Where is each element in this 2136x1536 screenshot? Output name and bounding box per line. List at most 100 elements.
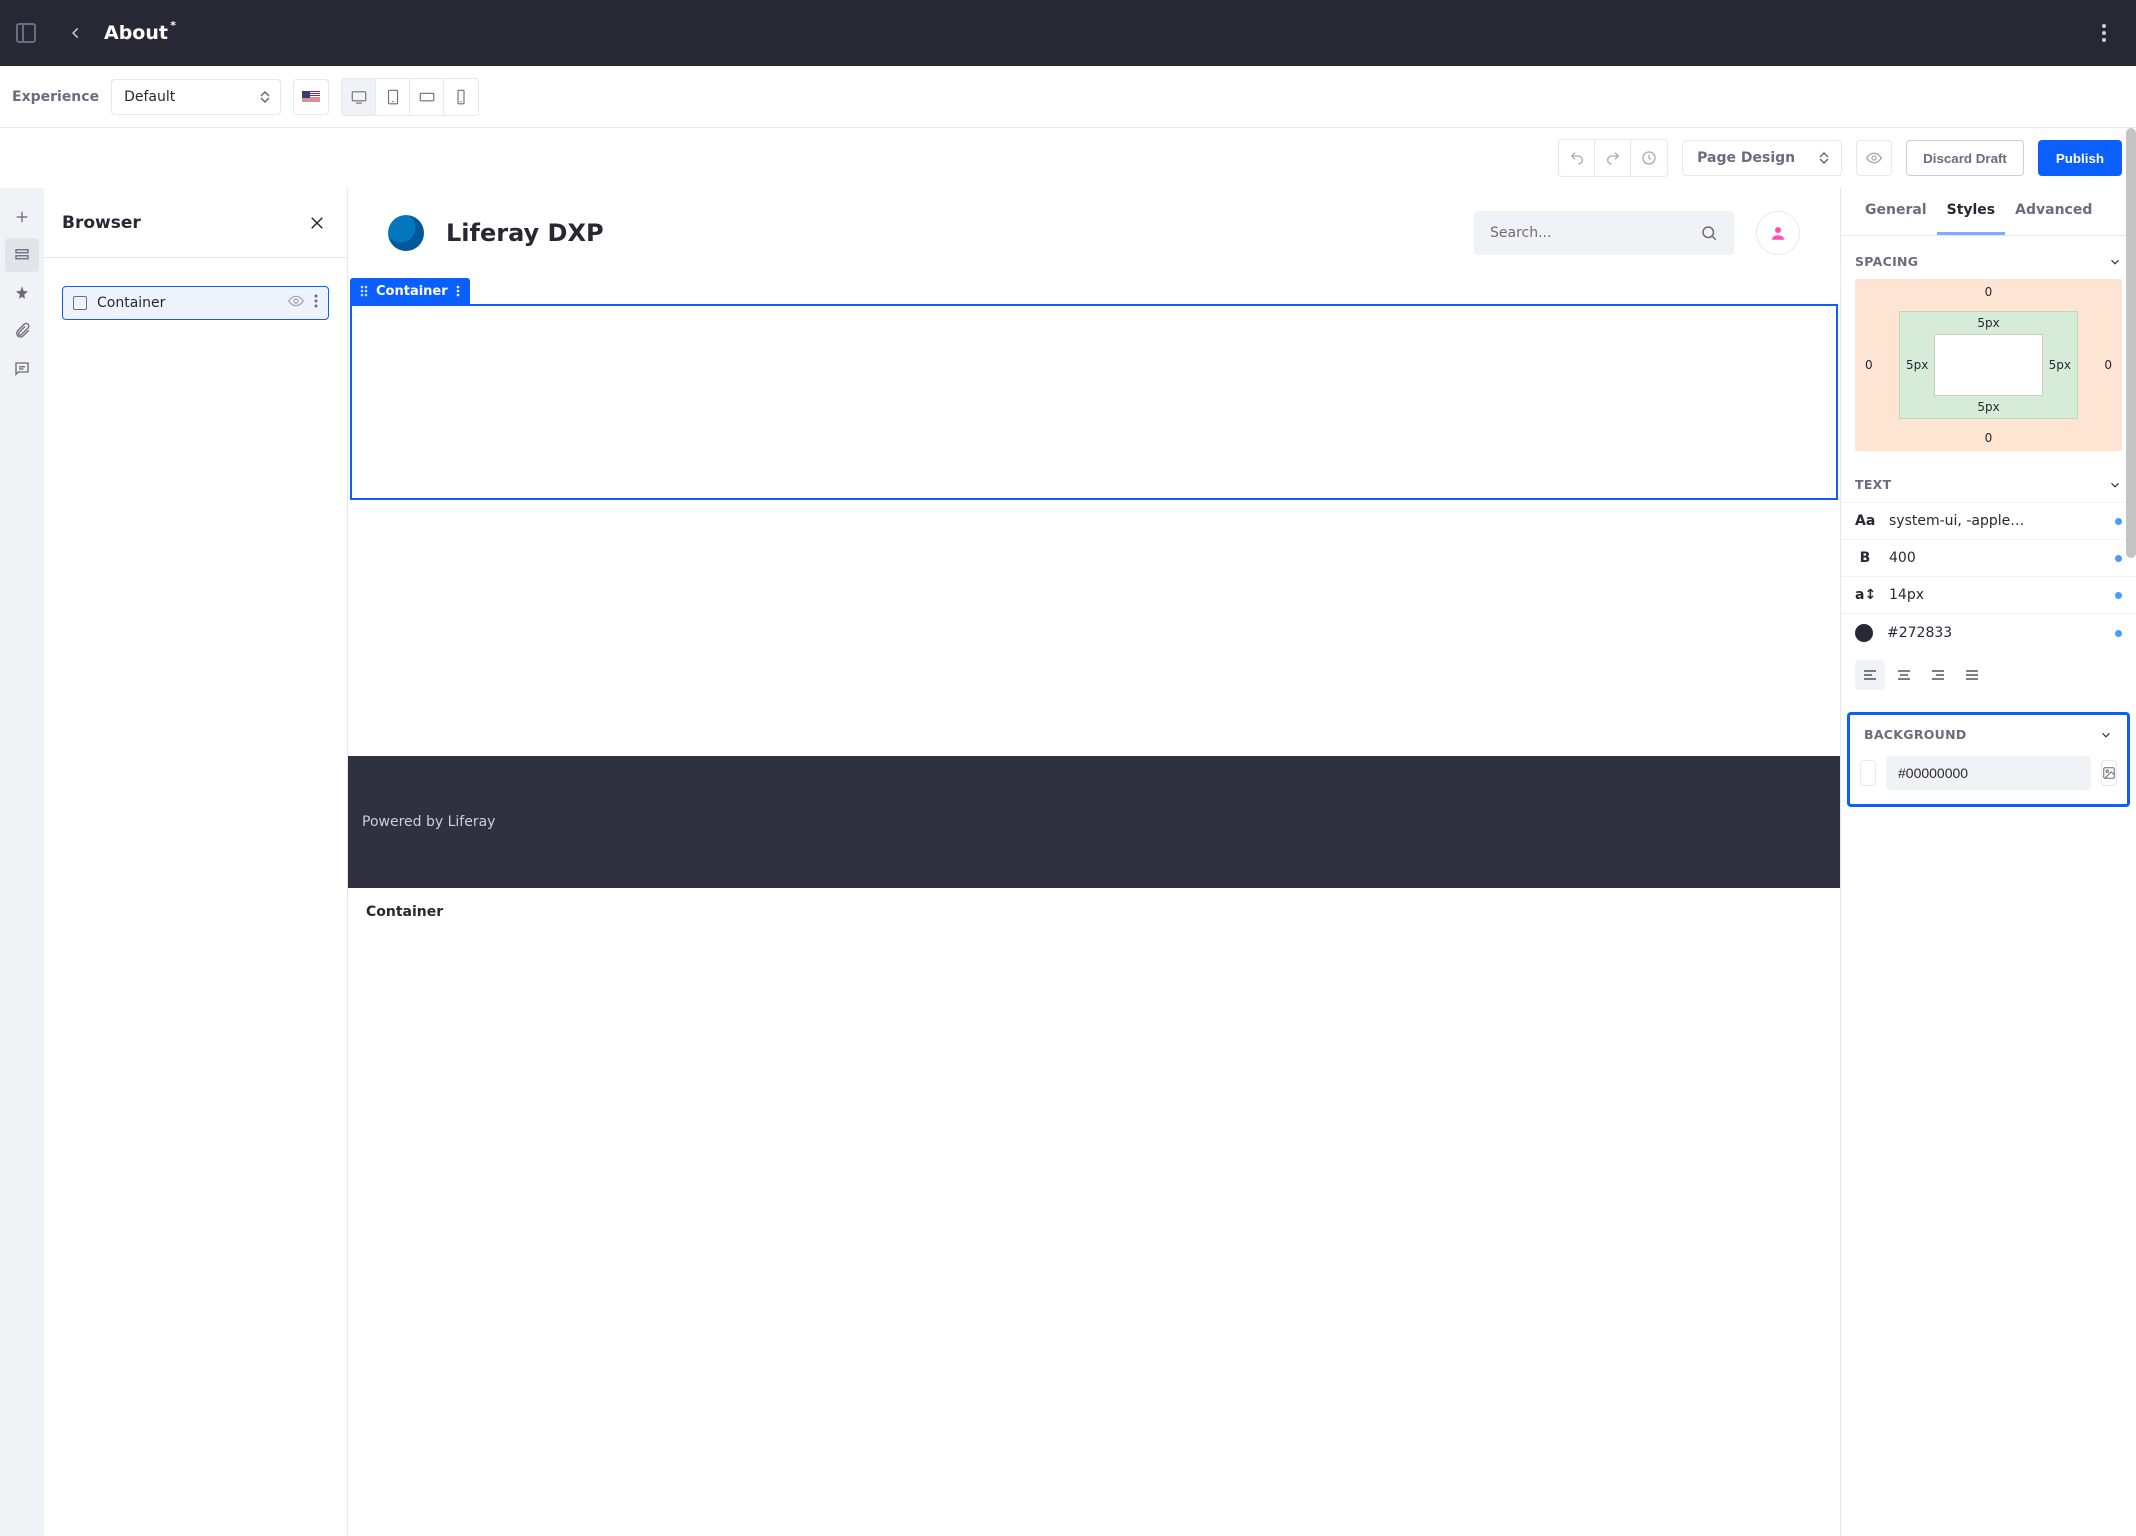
tree-item-container[interactable]: Container — [62, 286, 329, 320]
margin-left-value[interactable]: 0 — [1865, 358, 1873, 372]
visibility-icon[interactable] — [288, 293, 304, 313]
text-align-group — [1841, 652, 2136, 708]
preview-button[interactable] — [1856, 140, 1892, 176]
container-icon — [73, 296, 87, 310]
selection-chip[interactable]: Container — [350, 278, 470, 304]
text-color-row[interactable]: #272833 — [1841, 613, 2136, 652]
padding-top-value[interactable]: 5px — [1977, 316, 1999, 330]
background-swatch-button[interactable] — [1860, 760, 1876, 786]
modified-dot-icon — [2115, 555, 2122, 562]
text-title: TEXT — [1855, 477, 1891, 492]
padding-bottom-value[interactable]: 5px — [1977, 400, 1999, 414]
device-mobile-button[interactable] — [444, 79, 478, 115]
font-size-value: 14px — [1889, 587, 2101, 603]
tree-item-label: Container — [97, 295, 278, 311]
rail-comments-button[interactable] — [5, 352, 39, 386]
align-justify-button[interactable] — [1957, 660, 1987, 690]
align-left-button[interactable] — [1855, 660, 1885, 690]
experience-label: Experience — [12, 89, 99, 105]
spacing-section-header[interactable]: SPACING — [1841, 236, 2136, 279]
background-image-button[interactable] — [2101, 760, 2117, 786]
modified-dot-icon — [2115, 592, 2122, 599]
back-button[interactable] — [60, 17, 92, 49]
browser-title: Browser — [62, 213, 141, 233]
edit-mode-value: Page Design — [1697, 150, 1795, 166]
redo-button[interactable] — [1595, 140, 1631, 176]
tab-advanced[interactable]: Advanced — [2005, 188, 2102, 235]
rail-design-button[interactable] — [5, 276, 39, 310]
selection-chip-label: Container — [376, 284, 448, 299]
language-button[interactable] — [293, 79, 329, 115]
font-size-row[interactable]: a↕ 14px — [1841, 576, 2136, 613]
search-icon — [1700, 224, 1718, 242]
font-size-icon: a↕ — [1855, 587, 1875, 603]
spacing-box-model[interactable]: 0 0 0 0 5px 5px 5px 5px — [1855, 279, 2122, 451]
drag-handle-icon — [360, 285, 368, 297]
inspector-panel: General Styles Advanced SPACING 0 0 0 0 … — [1840, 188, 2136, 1536]
us-flag-icon — [302, 91, 320, 103]
footer-text: Powered by Liferay — [362, 814, 495, 830]
user-avatar-button[interactable] — [1756, 211, 1800, 255]
canvas-area: Liferay DXP Search... Container Powered … — [348, 188, 1840, 1536]
search-placeholder: Search... — [1490, 225, 1700, 241]
margin-bottom-value[interactable]: 0 — [1985, 431, 1993, 445]
text-section-header[interactable]: TEXT — [1841, 459, 2136, 502]
font-family-row[interactable]: Aa system-ui, -apple… — [1841, 502, 2136, 539]
tab-general[interactable]: General — [1855, 188, 1937, 235]
experience-select[interactable]: Default — [111, 79, 281, 115]
modified-dot-icon — [2115, 630, 2122, 637]
content-box — [1934, 334, 2043, 396]
text-color-value: #272833 — [1887, 625, 2101, 641]
device-desktop-button[interactable] — [342, 79, 376, 115]
bottom-container-label: Container — [348, 888, 1840, 936]
tree-item-more-button[interactable] — [314, 294, 318, 312]
rail-attach-button[interactable] — [5, 314, 39, 348]
chevron-down-icon — [2099, 728, 2113, 742]
font-weight-row[interactable]: B 400 — [1841, 539, 2136, 576]
page-title: About — [104, 22, 168, 44]
selected-container[interactable] — [350, 304, 1838, 500]
padding-right-value[interactable]: 5px — [2049, 358, 2071, 372]
align-center-button[interactable] — [1889, 660, 1919, 690]
spacing-title: SPACING — [1855, 254, 1918, 269]
selection-more-icon[interactable] — [456, 285, 460, 297]
device-tablet-button[interactable] — [376, 79, 410, 115]
site-search-input[interactable]: Search... — [1474, 211, 1734, 255]
discard-draft-button[interactable]: Discard Draft — [1906, 140, 2024, 176]
user-icon — [1769, 224, 1787, 242]
panel-toggle-icon[interactable] — [16, 23, 36, 43]
site-logo-icon — [388, 215, 424, 251]
tab-styles[interactable]: Styles — [1937, 188, 2006, 235]
main-layout: Browser Container Liferay DXP — [0, 188, 2136, 1536]
bold-icon: B — [1855, 550, 1875, 566]
action-toolbar: Page Design Discard Draft Publish — [0, 128, 2136, 188]
top-header: About — [0, 0, 2136, 66]
experience-toolbar: Experience Default — [0, 66, 2136, 128]
edit-mode-select[interactable]: Page Design — [1682, 140, 1842, 176]
undo-button[interactable] — [1559, 140, 1595, 176]
browser-tree: Container — [44, 258, 347, 348]
background-section: BACKGROUND — [1847, 712, 2130, 807]
experience-value: Default — [124, 89, 175, 105]
background-section-header[interactable]: BACKGROUND — [1850, 715, 2127, 752]
chevron-down-icon — [2108, 255, 2122, 269]
device-preview-group — [341, 78, 479, 116]
history-group — [1558, 139, 1668, 177]
device-landscape-button[interactable] — [410, 79, 444, 115]
margin-top-value[interactable]: 0 — [1985, 285, 1993, 299]
rail-add-button[interactable] — [5, 200, 39, 234]
history-button[interactable] — [1631, 140, 1667, 176]
background-color-input[interactable] — [1886, 756, 2091, 790]
font-family-icon: Aa — [1855, 513, 1875, 529]
align-right-button[interactable] — [1923, 660, 1953, 690]
browser-close-button[interactable] — [305, 211, 329, 235]
font-weight-value: 400 — [1889, 550, 2101, 566]
publish-button[interactable]: Publish — [2038, 140, 2122, 176]
header-more-button[interactable] — [2088, 17, 2120, 49]
background-title: BACKGROUND — [1864, 727, 1967, 742]
rail-browser-button[interactable] — [5, 238, 39, 272]
padding-left-value[interactable]: 5px — [1906, 358, 1928, 372]
margin-right-value[interactable]: 0 — [2104, 358, 2112, 372]
scrollbar[interactable] — [2126, 128, 2136, 558]
inspector-tabs: General Styles Advanced — [1841, 188, 2136, 236]
